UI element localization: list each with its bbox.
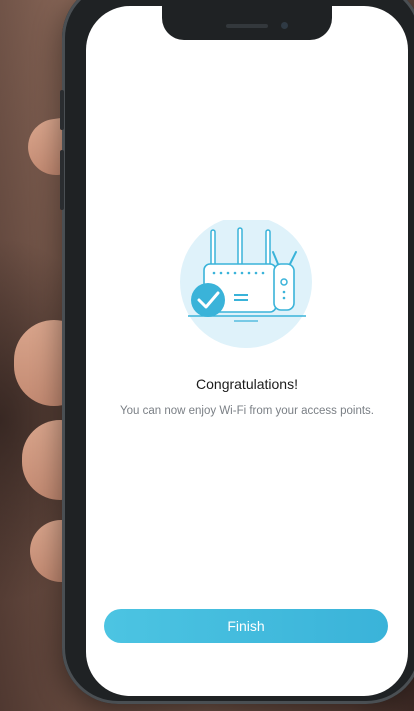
success-illustration <box>178 216 314 350</box>
phone-notch <box>162 0 332 40</box>
app-screen <box>86 6 408 696</box>
router-with-range-extender-success-icon <box>180 216 312 348</box>
congratulations-title: Congratulations! <box>196 376 298 392</box>
speaker-grille <box>226 24 268 28</box>
setup-complete-message: You can now enjoy Wi-Fi from your access… <box>120 405 374 417</box>
phone-side-button <box>60 150 64 210</box>
phone-side-button <box>60 90 64 130</box>
finish-button[interactable]: Finish <box>104 609 388 643</box>
front-camera <box>281 22 288 29</box>
